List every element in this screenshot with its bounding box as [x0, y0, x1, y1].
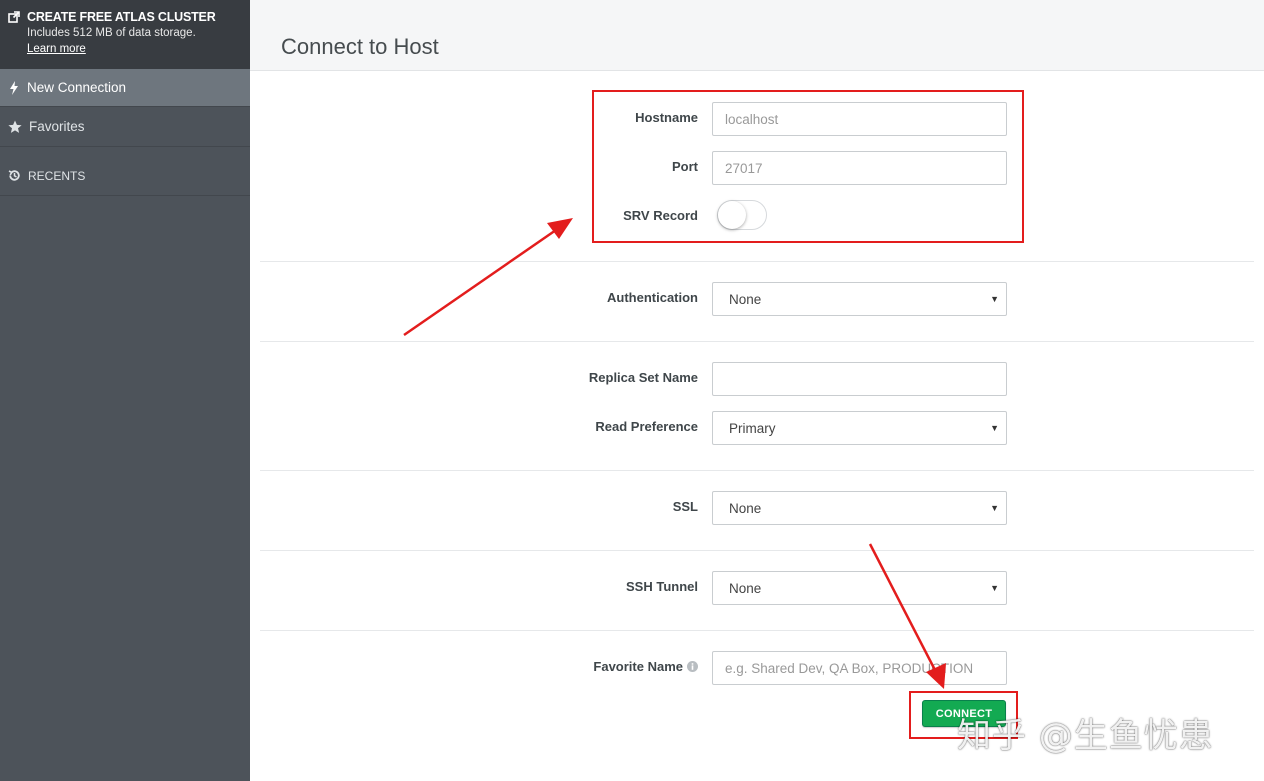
- port-input[interactable]: [712, 151, 1007, 185]
- atlas-learn-more-link[interactable]: Learn more: [27, 43, 86, 55]
- section-divider: [260, 261, 1254, 262]
- ssl-value: None: [729, 500, 762, 516]
- read-preference-label: Read Preference: [595, 419, 698, 434]
- caret-down-icon: ▼: [990, 583, 999, 593]
- authentication-select[interactable]: None ▼: [712, 282, 1007, 316]
- atlas-promo-subtitle: Includes 512 MB of data storage.: [27, 27, 196, 39]
- sidebar-item-favorites[interactable]: Favorites: [0, 107, 250, 147]
- sidebar: CREATE FREE ATLAS CLUSTER Includes 512 M…: [0, 0, 250, 781]
- read-preference-value: Primary: [729, 420, 776, 436]
- caret-down-icon: ▼: [990, 503, 999, 513]
- replica-set-name-input[interactable]: [712, 362, 1007, 396]
- bolt-icon: [10, 80, 18, 95]
- section-divider: [260, 630, 1254, 631]
- history-icon: [8, 170, 20, 181]
- ssl-select[interactable]: None ▼: [712, 491, 1007, 525]
- ssh-tunnel-value: None: [729, 580, 762, 596]
- page-title: Connect to Host: [281, 34, 439, 59]
- section-divider: [260, 341, 1254, 342]
- sidebar-item-label: Favorites: [29, 119, 85, 134]
- favorite-name-label: Favorite Name: [593, 659, 683, 674]
- caret-down-icon: ▼: [990, 423, 999, 433]
- ssh-tunnel-label: SSH Tunnel: [626, 579, 698, 594]
- toggle-knob: [718, 201, 746, 229]
- authentication-value: None: [729, 291, 762, 307]
- atlas-promo-title-row[interactable]: CREATE FREE ATLAS CLUSTER: [8, 10, 250, 24]
- external-link-icon: [8, 11, 20, 23]
- sidebar-item-recents[interactable]: RECENTS: [0, 156, 250, 196]
- watermark: 知乎 @生鱼忧患: [957, 716, 1214, 756]
- hostname-input[interactable]: [712, 102, 1007, 136]
- srv-record-toggle[interactable]: [717, 200, 767, 230]
- authentication-label: Authentication: [607, 290, 698, 305]
- caret-down-icon: ▼: [990, 294, 999, 304]
- star-icon: [8, 120, 22, 133]
- replica-set-name-label: Replica Set Name: [588, 370, 698, 385]
- atlas-promo: CREATE FREE ATLAS CLUSTER Includes 512 M…: [0, 0, 250, 69]
- favorite-name-label-row: Favorite Name: [498, 659, 698, 674]
- section-divider: [260, 470, 1254, 471]
- hostname-label: Hostname: [635, 110, 698, 125]
- sidebar-item-label: New Connection: [27, 80, 127, 95]
- page-header: Connect to Host: [250, 0, 1264, 71]
- sidebar-item-new-connection[interactable]: New Connection: [0, 69, 250, 107]
- ssh-tunnel-select[interactable]: None ▼: [712, 571, 1007, 605]
- section-divider: [260, 550, 1254, 551]
- ssl-label: SSL: [672, 499, 698, 514]
- info-icon[interactable]: [687, 661, 698, 672]
- favorite-name-input[interactable]: [712, 651, 1007, 685]
- srv-record-label: SRV Record: [623, 208, 698, 223]
- atlas-promo-title: CREATE FREE ATLAS CLUSTER: [27, 10, 216, 24]
- port-label: Port: [672, 159, 698, 174]
- main-content: Connect to Host Hostname Port SRV Record…: [250, 0, 1264, 781]
- read-preference-select[interactable]: Primary ▼: [712, 411, 1007, 445]
- sidebar-item-label: RECENTS: [28, 168, 86, 183]
